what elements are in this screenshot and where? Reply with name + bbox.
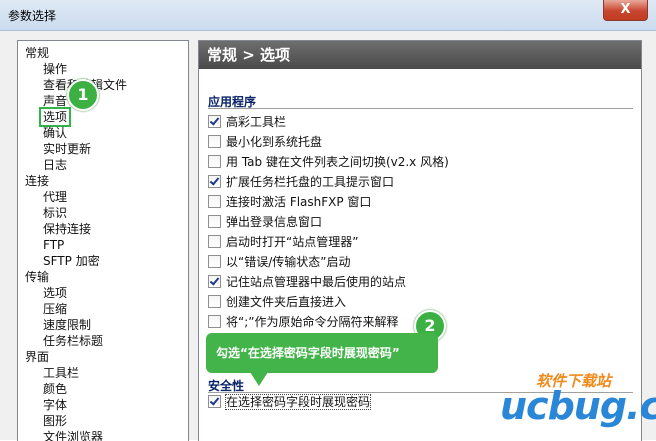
tree-item[interactable]: FTP [43,237,64,253]
close-button[interactable]: X [603,0,648,21]
tree-item[interactable]: 选项 [38,107,72,127]
option-checkbox[interactable] [208,155,221,168]
option-checkbox[interactable] [208,175,221,188]
category-tree[interactable]: 常规操作查看和编辑文件声音选项确认实时更新日志连接代理标识保持连接FTPSFTP… [17,40,189,441]
step-1-badge: 1 [67,79,99,111]
option-row[interactable]: 用 Tab 键在文件列表之间切换(v2.x 风格) [208,155,449,172]
option-row[interactable]: 将“;”作为原始命令分隔符来解释 [208,315,398,332]
option-row[interactable]: 最小化到系统托盘 [208,135,322,152]
option-checkbox[interactable] [208,115,221,128]
option-row[interactable]: 弹出登录信息窗口 [208,215,322,232]
tree-item[interactable]: 图形 [43,413,67,429]
tree-item[interactable]: 保持连接 [43,221,91,237]
option-label: 以“错误/传输状态”启动 [226,255,351,269]
tree-item[interactable]: 字体 [43,397,67,413]
tree-item[interactable]: 常规 [25,45,49,61]
option-label: 连接时激活 FlashFXP 窗口 [226,195,372,209]
tree-item[interactable]: 连接 [25,173,49,189]
tree-item[interactable]: 标识 [43,205,67,221]
option-checkbox[interactable] [208,275,221,288]
option-checkbox[interactable] [208,295,221,308]
option-row[interactable]: 连接时激活 FlashFXP 窗口 [208,195,371,212]
option-checkbox[interactable] [208,195,221,208]
option-row[interactable]: 高彩工具栏 [208,115,286,132]
option-label: 扩展任务栏托盘的工具提示窗口 [226,175,395,189]
option-row[interactable]: 在选择密码字段时展现密码 [208,394,372,412]
tree-item[interactable]: 压缩 [43,301,67,317]
title-bar: 参数选择 X [0,0,656,31]
option-label: 用 Tab 键在文件列表之间切换(v2.x 风格) [226,155,449,169]
tree-item[interactable]: 声音 [43,93,67,109]
option-row[interactable]: 记住站点管理器中最后使用的站点 [208,275,406,292]
option-label: 高彩工具栏 [226,115,287,129]
tree-item[interactable]: 代理 [43,189,67,205]
option-row[interactable]: 创建文件夹后直接进入 [208,295,346,312]
tree-item[interactable]: 颜色 [43,381,67,397]
option-row[interactable]: 以“错误/传输状态”启动 [208,255,350,272]
tree-item[interactable]: 文件浏览器 [43,429,103,441]
option-row[interactable]: 启动时打开“站点管理器” [208,235,358,252]
option-label: 启动时打开“站点管理器” [226,235,359,249]
option-label: 记住站点管理器中最后使用的站点 [226,275,407,289]
tree-item[interactable]: 工具栏 [43,365,79,381]
tree-item[interactable]: 日志 [43,157,67,173]
tooltip-arrow [250,372,268,386]
window-title: 参数选择 [8,9,57,23]
option-label: 在选择密码字段时展现密码 [224,394,372,410]
tree-item[interactable]: 任务栏标题 [43,333,103,349]
tree-item[interactable]: 传输 [25,269,49,285]
option-checkbox[interactable] [208,135,221,148]
option-label: 弹出登录信息窗口 [226,215,323,229]
tree-item[interactable]: 界面 [25,349,49,365]
tree-item[interactable]: 速度限制 [43,317,91,333]
option-checkbox[interactable] [208,255,221,268]
panel-header: 常规 > 选项 [199,41,641,69]
section-divider [208,392,633,393]
section-divider [208,108,633,109]
option-row[interactable]: 扩展任务栏托盘的工具提示窗口 [208,175,394,192]
option-checkbox[interactable] [208,395,221,408]
tree-item[interactable]: 确认 [43,125,67,141]
tree-item[interactable]: SFTP 加密 [43,253,100,269]
tree-item[interactable]: 实时更新 [43,141,91,157]
tree-item[interactable]: 操作 [43,61,67,77]
option-label: 将“;”作为原始命令分隔符来解释 [226,315,399,329]
instruction-tooltip: 勾选“在选择密码字段时展现密码” [206,333,438,373]
option-checkbox[interactable] [208,215,221,228]
option-checkbox[interactable] [208,235,221,248]
option-label: 最小化到系统托盘 [226,135,323,149]
option-checkbox[interactable] [208,315,221,328]
option-label: 创建文件夹后直接进入 [226,295,347,309]
tree-item[interactable]: 选项 [43,285,67,301]
